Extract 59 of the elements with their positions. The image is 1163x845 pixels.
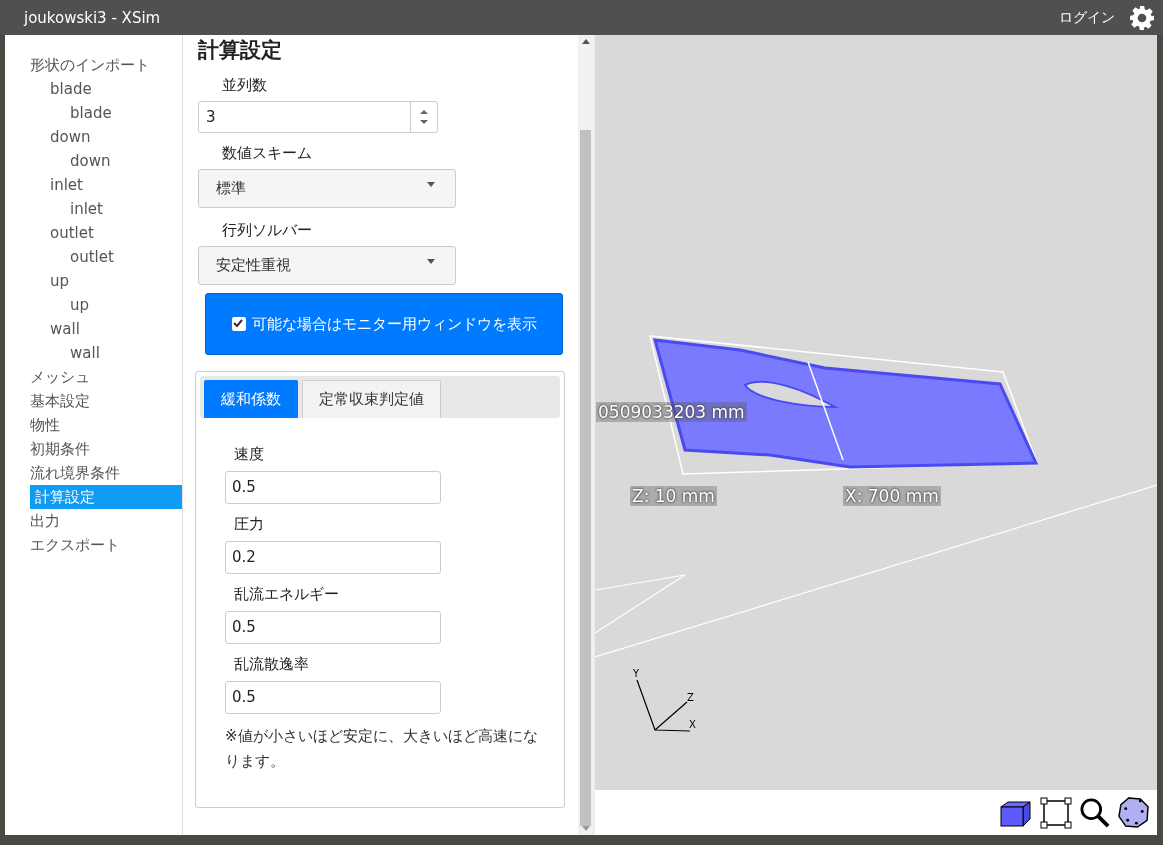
- dropdown[interactable]: 安定性重視: [198, 246, 456, 285]
- input-field[interactable]: 0.5: [225, 681, 441, 714]
- input-field[interactable]: 0.5: [225, 471, 441, 504]
- sidebar-item[interactable]: wall: [0, 341, 182, 365]
- note-text: ※値が小さいほど安定に、大きいほど高速になります。: [225, 726, 539, 772]
- sidebar-item[interactable]: 流れ境界条件: [0, 461, 182, 485]
- axis-label: Z: [687, 692, 694, 703]
- sidebar-item[interactable]: outlet: [0, 245, 182, 269]
- dropdown[interactable]: 標準: [198, 169, 456, 208]
- input-field[interactable]: 0.2: [225, 541, 441, 574]
- login-link[interactable]: ログイン: [1059, 8, 1115, 27]
- cube-icon[interactable]: [1000, 798, 1032, 827]
- scrollbar[interactable]: [578, 35, 593, 835]
- sidebar-item[interactable]: blade: [0, 101, 182, 125]
- search-icon[interactable]: [1080, 797, 1110, 828]
- sidebar-item[interactable]: down: [0, 125, 182, 149]
- field-label: 行列ソルバー: [222, 220, 313, 240]
- number-field[interactable]: 3: [198, 101, 438, 133]
- spinner-icon[interactable]: [420, 109, 428, 125]
- sidebar-item[interactable]: blade: [0, 77, 182, 101]
- sidebar-item[interactable]: 形状のインポート: [0, 53, 182, 77]
- sidebar-item[interactable]: メッシュ: [0, 365, 182, 389]
- tab[interactable]: 緩和係数: [204, 380, 298, 418]
- dimension-label: X: 700 mm: [843, 486, 941, 506]
- axis-label: X: [689, 719, 696, 730]
- sidebar-item[interactable]: 初期条件: [0, 437, 182, 461]
- sidebar-item[interactable]: 基本設定: [0, 389, 182, 413]
- tab[interactable]: 定常収束判定値: [302, 380, 441, 418]
- sidebar-item[interactable]: エクスポート: [0, 533, 182, 557]
- input-field[interactable]: 0.5: [225, 611, 441, 644]
- caret-icon: [427, 259, 435, 264]
- field-label: 乱流散逸率: [234, 654, 310, 674]
- scrollbar-thumb[interactable]: [580, 130, 591, 826]
- axis-label: Y: [633, 668, 640, 679]
- sidebar-item[interactable]: up: [0, 293, 182, 317]
- field-label: 並列数: [222, 75, 268, 95]
- option-label: 可能な場合はモニター用ウィンドウを表示: [251, 314, 537, 335]
- field-label: 乱流エネルギー: [234, 584, 340, 604]
- dimension-label: Z: 10 mm: [630, 486, 717, 506]
- sidebar-item[interactable]: 物性: [0, 413, 182, 437]
- polyhedron-icon[interactable]: [1118, 797, 1149, 828]
- sidebar-item[interactable]: outlet: [0, 221, 182, 245]
- sidebar-item[interactable]: wall: [0, 317, 182, 341]
- scroll-up-icon[interactable]: [581, 39, 590, 44]
- sidebar-item[interactable]: inlet: [0, 197, 182, 221]
- monitor-window-toggle[interactable]: 可能な場合はモニター用ウィンドウを表示: [205, 293, 563, 355]
- section-title: 計算設定: [198, 37, 283, 63]
- field-label: 圧力: [234, 514, 265, 534]
- settings-icon[interactable]: [1129, 4, 1155, 31]
- checkbox[interactable]: [231, 317, 246, 331]
- sidebar-item[interactable]: inlet: [0, 173, 182, 197]
- field-label: 速度: [234, 444, 265, 464]
- sidebar-item[interactable]: up: [0, 269, 182, 293]
- sidebar-item[interactable]: down: [0, 149, 182, 173]
- field-label: 数値スキーム: [222, 143, 313, 163]
- window-title: joukowski3 - XSim: [24, 8, 161, 27]
- sidebar-item[interactable]: 出力: [0, 509, 182, 533]
- caret-icon: [427, 182, 435, 187]
- selection-box-icon[interactable]: [1040, 796, 1072, 829]
